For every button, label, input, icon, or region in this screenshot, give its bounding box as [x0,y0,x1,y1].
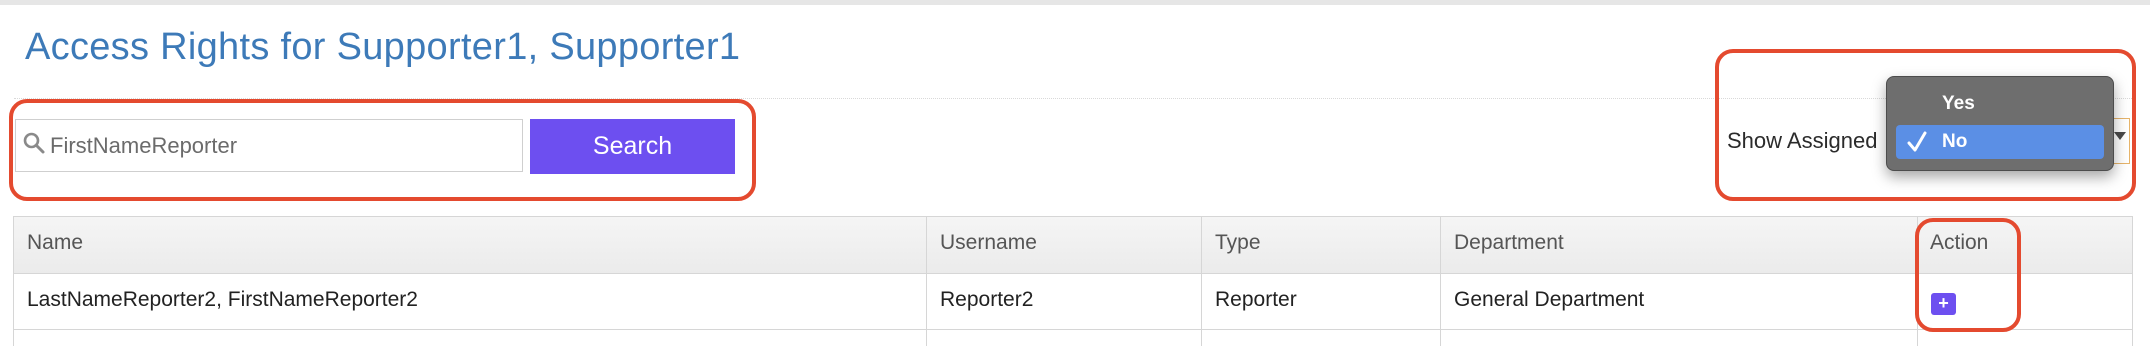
top-divider [0,0,2150,5]
column-divider [1201,216,1202,346]
highlight-action [1915,218,2021,332]
row-divider [13,329,2133,330]
column-header-department[interactable]: Department [1454,231,1564,255]
column-divider [1440,216,1441,346]
column-divider [926,216,927,346]
cell-username: Reporter2 [940,288,1034,311]
cell-name: LastNameReporter2, FirstNameReporter2 [27,288,418,311]
column-header-name[interactable]: Name [27,231,83,255]
page: Access Rights for Supporter1, Supporter1… [0,0,2150,346]
page-title: Access Rights for Supporter1, Supporter1 [25,26,741,68]
cell-department: General Department [1454,288,1645,311]
column-header-type[interactable]: Type [1215,231,1261,255]
column-header-username[interactable]: Username [940,231,1037,255]
cell-type: Reporter [1215,288,1297,311]
highlight-search [9,99,756,201]
table-header-row [13,216,2133,274]
highlight-show-assigned [1715,49,2136,201]
